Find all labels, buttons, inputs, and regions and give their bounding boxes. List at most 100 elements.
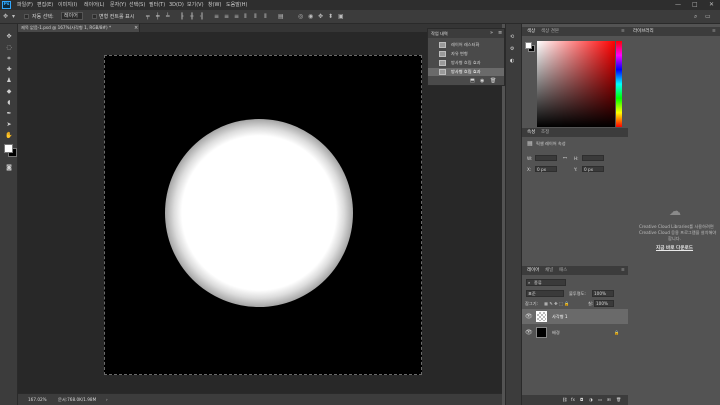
align-right-icon[interactable]: ╢ (200, 13, 204, 20)
new-document-from-state-icon[interactable]: ⬒ (470, 78, 475, 84)
panel-collapse-icon[interactable]: » (490, 30, 493, 36)
align-vcenter-icon[interactable]: ╪ (156, 13, 160, 20)
tab-adjustments[interactable]: 조정 (541, 130, 549, 135)
layer-row-selected[interactable]: 👁 사각형 1 (522, 309, 629, 324)
lasso-tool-icon[interactable]: ◌ (2, 43, 16, 53)
adjustment-layer-icon[interactable]: ◑ (589, 397, 593, 402)
fill-field[interactable]: 100% (594, 300, 614, 307)
3d-pan-icon[interactable]: ✥ (318, 13, 323, 20)
zoom-level[interactable]: 167.02% (28, 397, 47, 402)
move-tool-icon[interactable]: ✥ (3, 13, 8, 20)
transform-controls-checkbox[interactable] (92, 14, 97, 19)
color-foreground-swatch[interactable] (525, 42, 532, 49)
link-dimensions-icon[interactable]: ⊷ (563, 155, 567, 160)
blend-mode-dropdown[interactable]: 표준 (526, 290, 564, 297)
menu-file[interactable]: 파일(F) (17, 2, 33, 8)
move-tool-icon[interactable]: ✥ (2, 32, 16, 42)
color-spectrum-field[interactable] (537, 41, 615, 127)
new-group-icon[interactable]: ▭ (598, 397, 602, 402)
new-snapshot-icon[interactable]: ◉ (480, 78, 484, 84)
history-tab[interactable]: 작업 내역 (431, 31, 448, 36)
link-layers-icon[interactable]: ⛓ (562, 397, 567, 402)
distribute-vcenter-icon[interactable]: ≡ (224, 13, 229, 20)
layer-style-icon[interactable]: fx (571, 397, 575, 402)
hand-tool-icon[interactable]: ✋ (2, 131, 16, 141)
menu-window[interactable]: 창(W) (208, 2, 221, 8)
status-expand-icon[interactable]: › (106, 397, 108, 402)
document-tab-close-icon[interactable]: × (134, 25, 138, 31)
align-hcenter-icon[interactable]: ╫ (190, 13, 194, 20)
y-field[interactable]: 0 px (582, 166, 604, 172)
panel-menu-icon[interactable]: ≡ (498, 30, 502, 36)
clone-stamp-icon[interactable]: ♟ (2, 76, 16, 86)
maximize-icon[interactable]: □ (692, 1, 698, 9)
x-field[interactable]: 0 px (535, 166, 557, 172)
align-left-icon[interactable]: ╟ (180, 13, 184, 20)
tab-paths[interactable]: 패스 (559, 268, 567, 273)
panel-menu-icon[interactable]: ≡ (712, 29, 716, 34)
close-icon[interactable]: ✕ (709, 1, 714, 9)
path-select-icon[interactable]: ➤ (2, 120, 16, 130)
auto-align-icon[interactable]: ▤ (278, 13, 284, 20)
tab-color[interactable]: 색상 (527, 29, 535, 34)
history-item[interactable]: 방사형 흐림 효과 (428, 59, 504, 67)
menu-edit[interactable]: 편집(E) (37, 2, 53, 8)
menu-view[interactable]: 보기(V) (187, 2, 204, 8)
align-bottom-icon[interactable]: ╧ (166, 13, 170, 20)
layer-name[interactable]: 배경 (552, 330, 560, 335)
history-item-selected[interactable]: 방사형 흐림 효과 (428, 68, 504, 76)
menu-image[interactable]: 이미지(I) (58, 2, 77, 8)
history-item[interactable]: 자유 변형 (428, 50, 504, 58)
auto-select-dropdown[interactable]: 레이어 (61, 12, 83, 20)
delete-layer-icon[interactable]: 🗑 (616, 397, 621, 402)
menu-select[interactable]: 선택(S) (129, 2, 145, 8)
align-top-icon[interactable]: ╤ (146, 13, 150, 20)
menu-help[interactable]: 도움말(H) (226, 2, 247, 8)
layer-name[interactable]: 사각형 1 (552, 314, 568, 319)
tab-properties[interactable]: 속성 (527, 130, 535, 135)
distribute-bottom-icon[interactable]: ≡ (234, 13, 239, 20)
panel-menu-icon[interactable]: ≡ (621, 268, 625, 273)
download-now-link[interactable]: 지금 바로 다운로드 (656, 246, 693, 252)
workspace-icon[interactable]: ▭ (705, 13, 711, 20)
distribute-top-icon[interactable]: ≡ (214, 13, 219, 20)
foreground-color-swatch[interactable] (4, 144, 13, 153)
menu-layer[interactable]: 레이어(L) (84, 2, 105, 8)
healing-brush-icon[interactable]: ✚ (2, 65, 16, 75)
history-item[interactable]: 레이어 래스터화 (428, 41, 504, 49)
tab-swatches[interactable]: 색상 견본 (541, 29, 559, 34)
panel-menu-icon[interactable]: ≡ (621, 29, 625, 34)
document-tab[interactable]: 제목 없음-1.psd @ 167%(사각형 1, RGB/8#) * × (18, 24, 140, 32)
adjust-panel-icon[interactable]: ◐ (510, 58, 514, 64)
delete-state-icon[interactable]: 🗑 (490, 78, 496, 84)
blur-tool-icon[interactable]: ◖ (2, 98, 16, 108)
tab-layers[interactable]: 레이어 (527, 268, 539, 273)
layer-filter-dropdown[interactable]: ⌕ 종류 (526, 279, 566, 286)
3d-slide-icon[interactable]: ⬍ (328, 13, 333, 20)
distribute-hcenter-icon[interactable]: ⦀ (254, 13, 257, 20)
crop-tool-icon[interactable]: ⌗ (2, 54, 16, 64)
search-icon[interactable]: ⌕ (694, 13, 697, 20)
new-layer-icon[interactable]: ⊞ (607, 397, 611, 402)
minimize-icon[interactable]: — (675, 1, 681, 9)
width-field[interactable] (535, 155, 557, 161)
3d-orbit-icon[interactable]: ◎ (298, 13, 303, 20)
add-mask-icon[interactable]: ◘ (580, 397, 583, 402)
3d-roll-icon[interactable]: ◉ (308, 13, 313, 20)
hue-slider[interactable] (616, 41, 622, 127)
visibility-eye-icon[interactable]: 👁 (525, 313, 533, 320)
quick-mask-icon[interactable]: ◙ (2, 163, 16, 173)
distribute-left-icon[interactable]: ⦀ (244, 13, 247, 20)
lock-pixels-icon[interactable]: ▦ ✎ ✥ ⬚ 🔒 (544, 301, 569, 306)
history-panel-icon[interactable]: ⟲ (510, 34, 514, 40)
height-field[interactable] (582, 155, 604, 161)
menu-type[interactable]: 문자(Y) (110, 2, 126, 8)
document-canvas[interactable] (104, 55, 422, 375)
tab-libraries[interactable]: 라이브러리 (633, 29, 654, 34)
tab-channels[interactable]: 채널 (545, 268, 553, 273)
3d-scale-icon[interactable]: ▣ (338, 13, 344, 20)
layer-row[interactable]: 👁 배경 🔒 (522, 325, 629, 340)
distribute-right-icon[interactable]: ⦀ (264, 13, 267, 20)
eraser-tool-icon[interactable]: ◆ (2, 87, 16, 97)
visibility-eye-icon[interactable]: 👁 (525, 329, 533, 336)
